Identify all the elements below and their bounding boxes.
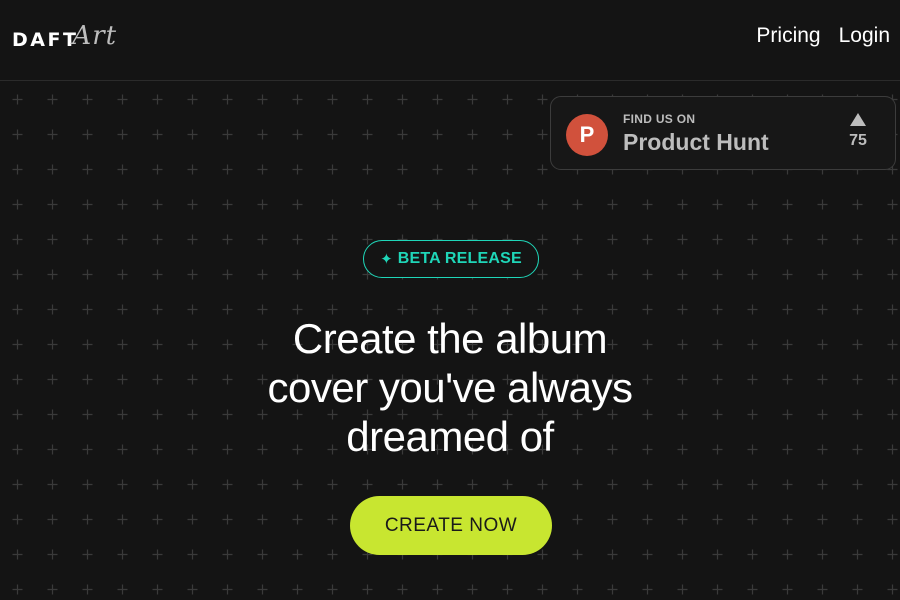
vote-count: 75 [849,132,867,149]
headline-line: dreamed of [346,413,554,460]
headline-line: Create the album [292,315,608,362]
hero-headline: Create the album cover you've always dre… [200,314,700,461]
create-now-button[interactable]: CREATE NOW [350,496,552,555]
nav-login-link[interactable]: Login [839,24,890,48]
product-hunt-caption: FIND US ON [623,112,696,126]
product-hunt-logo-letter: P [579,122,595,147]
logo-wordmark: DAFT [12,29,79,51]
sparkle-icon: ✦ [380,251,393,268]
landing-page: DAFT Art Pricing Login P FIND US ON Prod… [0,0,900,600]
daft-art-logo[interactable]: DAFT Art [12,21,118,58]
nav-pricing-link[interactable]: Pricing [756,24,820,48]
logo-script: Art [72,21,118,51]
upvote-arrow-icon [850,113,866,126]
beta-release-badge: ✦ BETA RELEASE [363,240,539,278]
headline-line: cover you've always [267,364,633,411]
create-now-label: CREATE NOW [384,514,518,536]
product-hunt-votes: 75 [843,113,873,150]
beta-release-label: BETA RELEASE [397,250,522,267]
site-header: DAFT Art Pricing Login [0,0,900,81]
top-nav: Pricing Login [756,24,890,48]
product-hunt-name: Product Hunt [623,129,769,155]
product-hunt-logo-icon: P [566,114,608,156]
product-hunt-badge[interactable]: P FIND US ON Product Hunt 75 [550,96,896,170]
